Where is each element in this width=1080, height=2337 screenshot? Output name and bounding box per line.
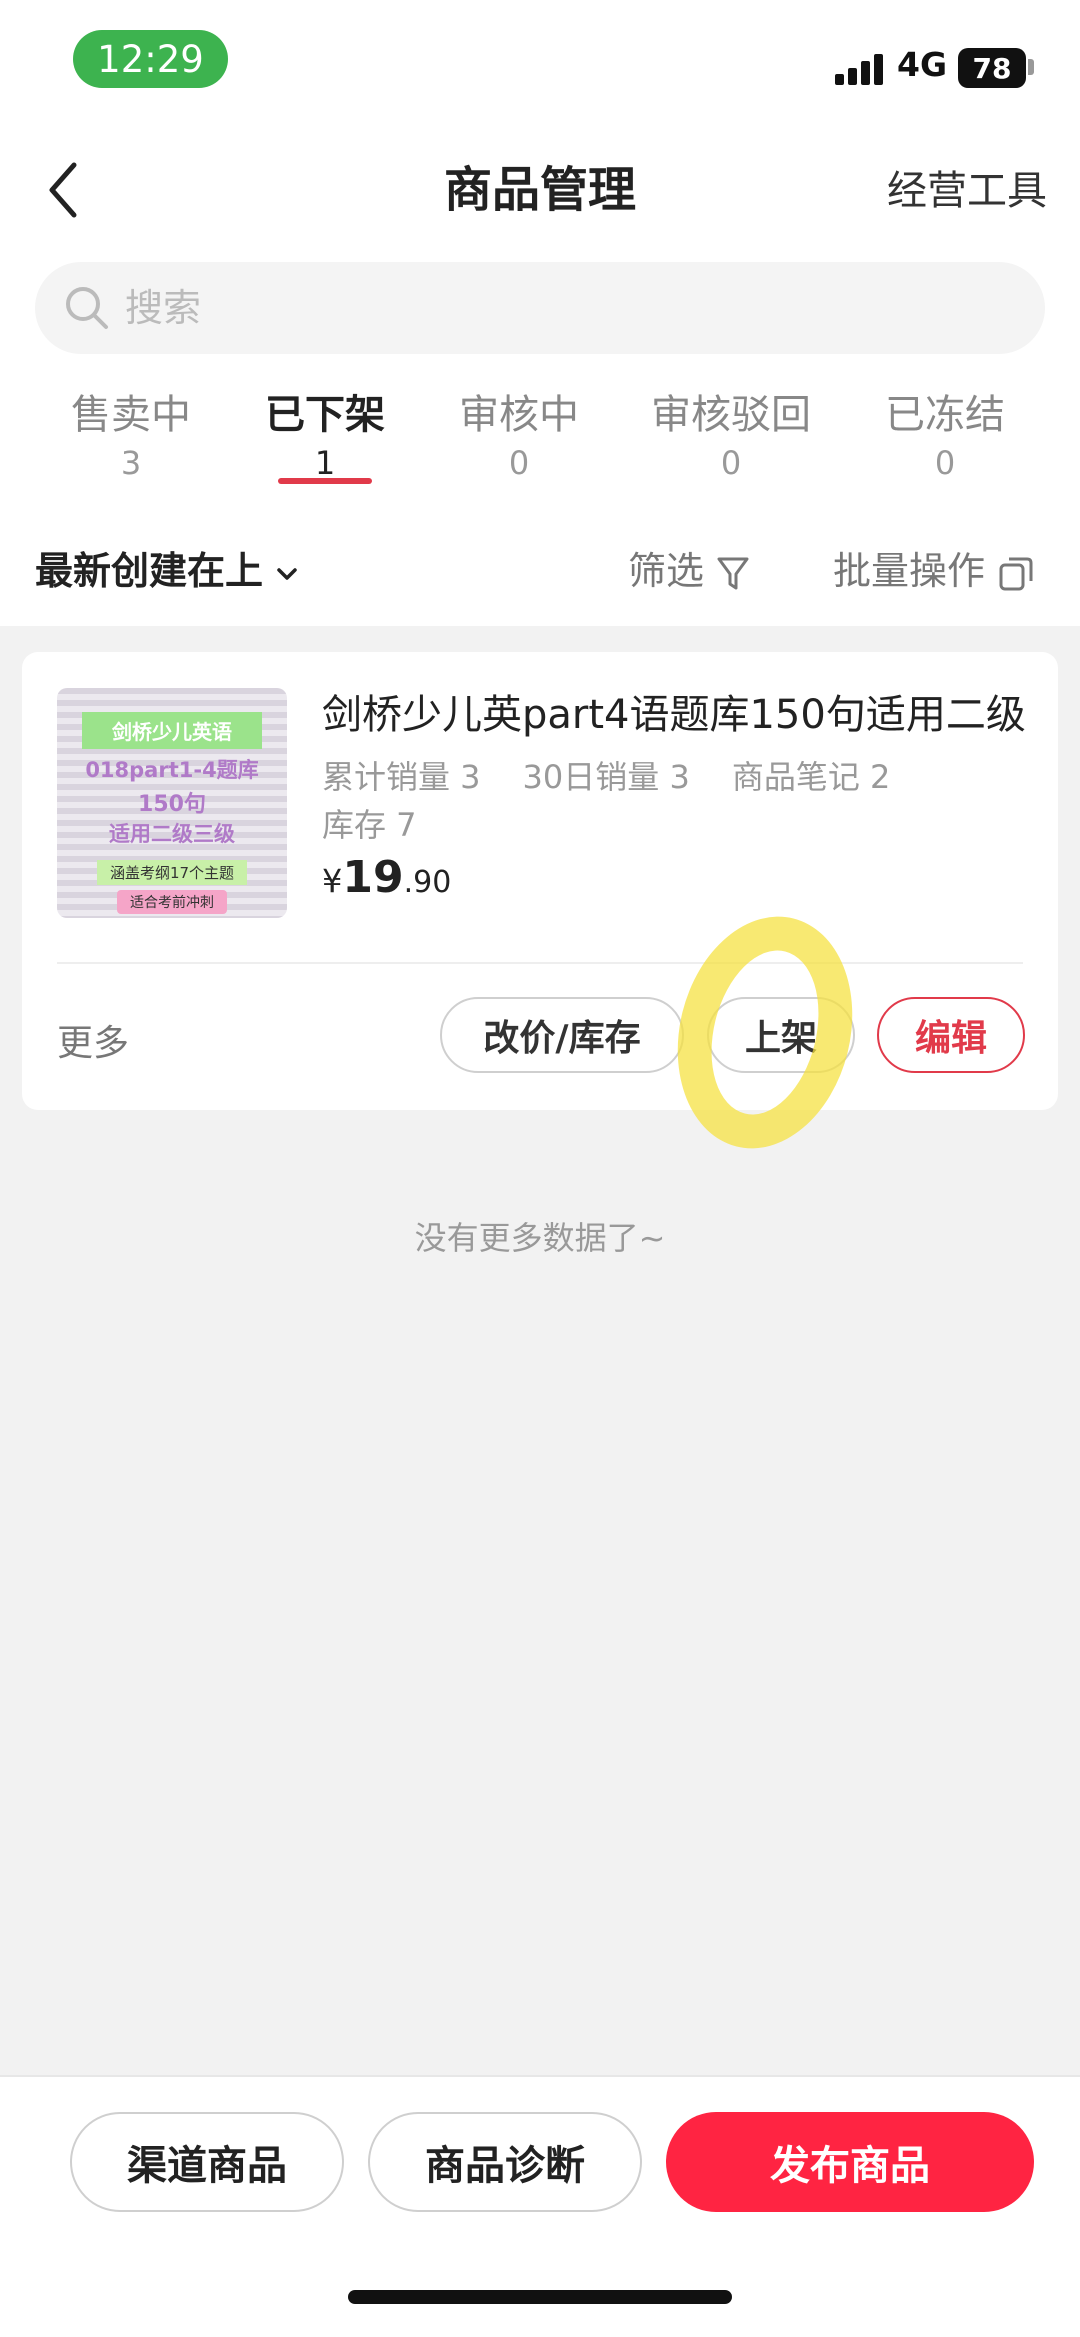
thumbnail-text: 涵盖考纲17个主题 <box>97 860 247 885</box>
business-tools-link[interactable]: 经营工具 <box>887 158 1047 216</box>
battery-icon: 78 <box>958 48 1026 88</box>
publish-product-button[interactable]: 发布商品 <box>666 2112 1034 2212</box>
edit-button[interactable]: 编辑 <box>877 997 1025 1073</box>
product-price: ¥19.90 <box>322 852 451 903</box>
search-bar[interactable] <box>35 262 1045 354</box>
battery-cap <box>1028 59 1034 75</box>
card-divider <box>57 962 1023 964</box>
tab-rejected[interactable]: 审核驳回 0 <box>647 382 815 482</box>
network-type: 4G <box>897 45 948 84</box>
thumbnail-text: 剑桥少儿英语 <box>82 712 262 749</box>
tab-label: 审核中 <box>459 392 579 438</box>
tab-label: 售卖中 <box>71 392 191 438</box>
product-title[interactable]: 剑桥少儿英part4语题库150句适用二级 <box>322 682 1032 740</box>
sort-filter-bar: 最新创建在上 筛选 批量操作 <box>0 500 1080 626</box>
tab-label: 已下架 <box>265 392 385 438</box>
more-button[interactable]: 更多 <box>57 1014 129 1066</box>
product-stock: 库存 7 <box>322 806 417 844</box>
active-tab-indicator <box>278 478 372 484</box>
tab-label: 审核驳回 <box>651 392 811 438</box>
list-button[interactable]: 上架 <box>707 997 855 1073</box>
tab-count: 0 <box>508 444 530 482</box>
sales-30d: 30日销量 3 <box>522 758 690 796</box>
signal-icon <box>835 53 883 85</box>
product-notes: 商品笔记 2 <box>731 758 891 796</box>
page: 12:29 4G 78 商品管理 经营工具 售卖中 <box>0 0 1080 2337</box>
batch-operation-button[interactable]: 批量操作 <box>833 540 1035 595</box>
filter-label: 筛选 <box>628 549 705 593</box>
product-card[interactable]: 剑桥少儿英语 018part1-4题库 150句 适用二级三级 涵盖考纲17个主… <box>22 652 1058 1110</box>
price-symbol: ¥ <box>322 862 343 900</box>
batch-label: 批量操作 <box>833 549 986 593</box>
copy-icon <box>999 557 1033 590</box>
channel-products-button[interactable]: 渠道商品 <box>70 2112 344 2212</box>
tab-count: 1 <box>314 444 336 482</box>
sort-dropdown[interactable]: 最新创建在上 <box>35 540 301 595</box>
back-arrow-icon <box>49 162 77 218</box>
product-diagnosis-button[interactable]: 商品诊断 <box>368 2112 642 2212</box>
total-sales: 累计销量 3 <box>322 758 481 796</box>
list-end-text: 没有更多数据了~ <box>414 1219 666 1257</box>
search-icon <box>66 287 108 329</box>
search-input[interactable] <box>125 262 1005 354</box>
filter-icon <box>717 557 749 589</box>
product-stats: 累计销量 3 30日销量 3 商品笔记 2 <box>322 752 932 798</box>
status-tabs: 售卖中 3 已下架 1 审核中 0 审核驳回 0 已冻结 0 <box>0 382 1080 492</box>
price-decimal: .90 <box>403 865 452 900</box>
status-bar: 12:29 4G 78 <box>0 0 1080 120</box>
price-stock-button[interactable]: 改价/库存 <box>440 997 684 1073</box>
thumbnail-text: 适合考前冲刺 <box>117 890 227 914</box>
thumbnail-text: 150句 <box>138 792 206 817</box>
home-indicator <box>348 2290 732 2304</box>
tab-delisted[interactable]: 已下架 1 <box>262 382 388 484</box>
back-button[interactable] <box>40 155 90 225</box>
sort-label: 最新创建在上 <box>35 549 264 593</box>
filter-button[interactable]: 筛选 <box>628 540 750 595</box>
tab-count: 0 <box>720 444 742 482</box>
product-thumbnail[interactable]: 剑桥少儿英语 018part1-4题库 150句 适用二级三级 涵盖考纲17个主… <box>57 688 287 918</box>
chevron-down-icon <box>277 567 297 580</box>
tab-reviewing[interactable]: 审核中 0 <box>456 382 582 482</box>
tab-count: 3 <box>120 444 142 482</box>
thumbnail-text: 018part1-4题库 <box>85 758 259 782</box>
tab-count: 0 <box>934 444 956 482</box>
price-integer: 19 <box>342 852 404 903</box>
tab-label: 已冻结 <box>885 392 1005 438</box>
header: 商品管理 经营工具 售卖中 3 已下架 1 审核中 0 <box>0 120 1080 500</box>
tab-frozen[interactable]: 已冻结 0 <box>882 382 1008 482</box>
tab-on-sale[interactable]: 售卖中 3 <box>68 382 194 482</box>
thumbnail-text: 适用二级三级 <box>109 822 235 846</box>
status-time: 12:29 <box>73 30 228 88</box>
